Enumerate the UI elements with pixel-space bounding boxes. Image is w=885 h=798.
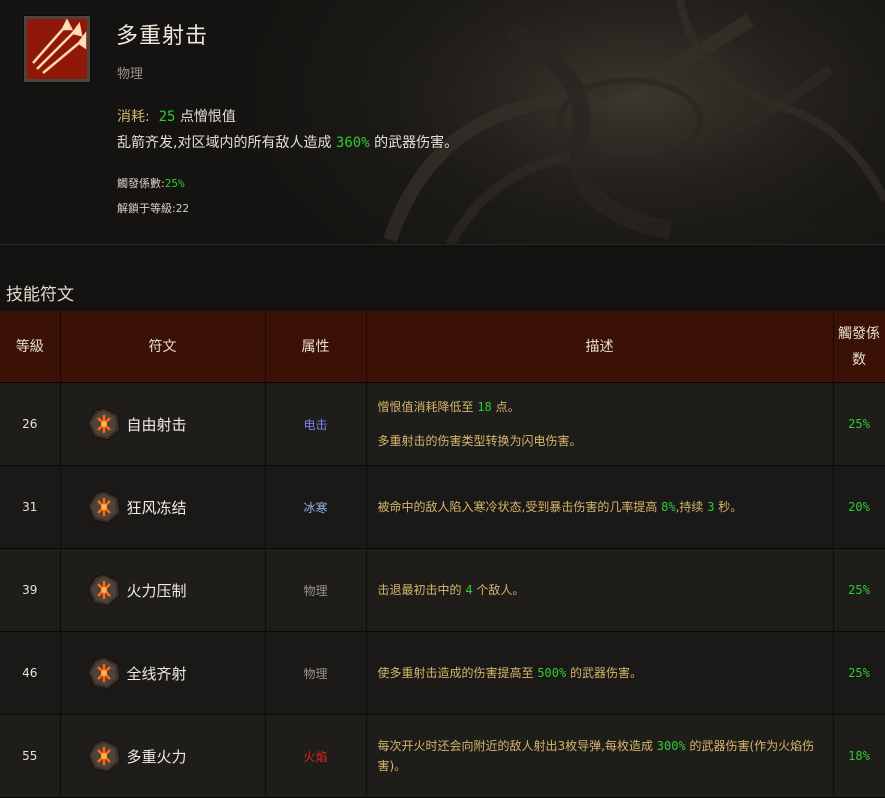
desc-text: 使多重射击造成的伤害提高至 [377,666,538,680]
rune-attribute: 火焰 [265,714,367,798]
skill-type: 物理 [117,67,144,82]
desc-highlight: 18 [477,400,492,414]
rune-description: 憎恨值消耗降低至 18 点。多重射击的伤害类型转换为闪电伤害。 [366,382,834,466]
rune-link[interactable]: 多重火力 [86,738,265,774]
rune-link[interactable]: 全线齐射 [86,655,265,691]
rune-description: 使多重射击造成的伤害提高至 500% 的武器伤害。 [366,631,834,715]
desc-paragraph: 多重射击的伤害类型转换为闪电伤害。 [378,431,825,451]
cost-unit: 点憎恨值 [179,109,236,125]
rune-icon [86,739,121,773]
rune-name: 火力压制 [126,581,187,600]
rune-cell[interactable]: 多重火力 [60,714,266,798]
desc-pre: 乱箭齐发,对区域内的所有敌人造成 [117,135,332,151]
rune-cell[interactable]: 狂风冻结 [60,465,266,549]
header-proc: 觸發係数 [833,311,885,383]
desc-text: 憎恨值消耗降低至 [377,400,478,414]
proc-coefficient: 觸發係數:25% [117,175,185,191]
rune-name: 全线齐射 [126,664,187,683]
desc-text: 的武器伤害。 [566,666,643,680]
desc-paragraph: 击退最初击中的 4 个敌人。 [378,580,825,600]
rune-description: 每次开火时还会向附近的敌人射出3枚导弹,每枚造成 300% 的武器伤害(作为火焰… [366,714,834,798]
rune-proc: 20% [833,465,885,549]
rune-proc: 25% [833,548,885,632]
unlock-level: 解鎖于等級:22 [117,200,189,216]
header-description: 描述 [366,311,834,383]
proc-label: 觸發係數: [117,177,165,190]
unlock-label: 解鎖于等級: [117,202,176,215]
desc-text: 被命中的敌人陷入寒冷状态,受到暴击伤害的几率提高 [377,500,662,514]
rune-level: 39 [0,548,61,632]
rune-row: 55 多重火力 火焰 每次开火时还会向附近的敌人射出3枚导弹,每枚造成 300%… [0,714,885,798]
desc-highlight: 8% [661,500,676,514]
cost-label: 消耗: [117,109,150,125]
desc-paragraph: 憎恨值消耗降低至 18 点。 [378,397,825,417]
rune-level: 31 [0,465,61,549]
desc-text: 每次开火时还会向附近的敌人射出3枚导弹,每枚造成 [377,739,657,753]
runes-section-title: 技能符文 [6,285,74,305]
background-art [330,0,885,244]
skill-title: 多重射击 [116,24,209,49]
desc-highlight: 500% [537,666,567,680]
rune-cell[interactable]: 全线齐射 [60,631,266,715]
rune-row: 46 全线齐射 物理 使多重射击造成的伤害提高至 500% 的武器伤害。 25% [0,631,885,715]
desc-highlight: 4 [465,583,473,597]
rune-description: 被命中的敌人陷入寒冷状态,受到暴击伤害的几率提高 8%,持续 3 秒。 [366,465,834,549]
rune-description: 击退最初击中的 4 个敌人。 [366,548,834,632]
rune-name: 多重火力 [126,747,187,766]
rune-attribute: 物理 [265,548,367,632]
desc-highlight: 300% [656,739,686,753]
rune-name: 狂风冻结 [126,498,187,517]
rune-proc: 18% [833,714,885,798]
rune-icon [86,490,121,524]
desc-text: ,持续 [675,500,708,514]
header-rune: 符文 [60,311,266,383]
rune-icon [86,573,121,607]
desc-text: 个敌人。 [472,583,525,597]
desc-paragraph: 使多重射击造成的伤害提高至 500% 的武器伤害。 [378,663,825,683]
rune-cell[interactable]: 火力压制 [60,548,266,632]
proc-value: 25% [164,177,185,190]
desc-paragraph: 每次开火时还会向附近的敌人射出3枚导弹,每枚造成 300% 的武器伤害(作为火焰… [378,736,825,776]
rune-proc: 25% [833,382,885,466]
desc-text: 点。 [491,400,520,414]
rune-link[interactable]: 火力压制 [86,572,265,608]
rune-attribute: 冰寒 [265,465,367,549]
rune-row: 31 狂风冻结 冰寒 被命中的敌人陷入寒冷状态,受到暴击伤害的几率提高 8%,持… [0,465,885,549]
rune-level: 26 [0,382,61,466]
rune-level: 55 [0,714,61,798]
desc-text: 击退最初击中的 [377,583,466,597]
runes-table: 等級 符文 属性 描述 觸發係数 26 自由射击 电击 憎恨值消耗降低至 18 … [0,311,885,798]
desc-paragraph: 被命中的敌人陷入寒冷状态,受到暴击伤害的几率提高 8%,持续 3 秒。 [378,497,825,517]
desc-text: 多重射击的伤害类型转换为闪电伤害。 [377,434,582,448]
rune-row: 39 火力压制 物理 击退最初击中的 4 个敌人。 25% [0,548,885,632]
unlock-value: 22 [175,202,189,215]
rune-attribute: 物理 [265,631,367,715]
rune-attribute: 电击 [265,382,367,466]
rune-row: 26 自由射击 电击 憎恨值消耗降低至 18 点。多重射击的伤害类型转换为闪电伤… [0,382,885,466]
table-header-row: 等級 符文 属性 描述 觸發係数 [0,311,885,383]
rune-link[interactable]: 自由射击 [86,406,265,442]
rune-link[interactable]: 狂风冻结 [86,489,265,525]
desc-text: 秒。 [714,500,743,514]
multishot-skill-icon [24,16,90,82]
cost-line: 消耗: 25 点憎恨值 [117,106,236,126]
rune-cell[interactable]: 自由射击 [60,382,266,466]
header-level: 等級 [0,311,61,383]
rune-name: 自由射击 [126,415,187,434]
header-attribute: 属性 [265,311,367,383]
cost-value: 25 [158,109,176,125]
rune-level: 46 [0,631,61,715]
desc-value: 360% [335,135,370,151]
desc-post: 的武器伤害。 [374,135,459,151]
skill-header: 多重射击 物理 消耗: 25 点憎恨值 乱箭齐发,对区域内的所有敌人造成 360… [0,0,885,245]
skill-description: 乱箭齐发,对区域内的所有敌人造成 360% 的武器伤害。 [117,132,458,152]
rune-icon [86,407,121,441]
rune-icon [86,656,121,690]
rune-proc: 25% [833,631,885,715]
